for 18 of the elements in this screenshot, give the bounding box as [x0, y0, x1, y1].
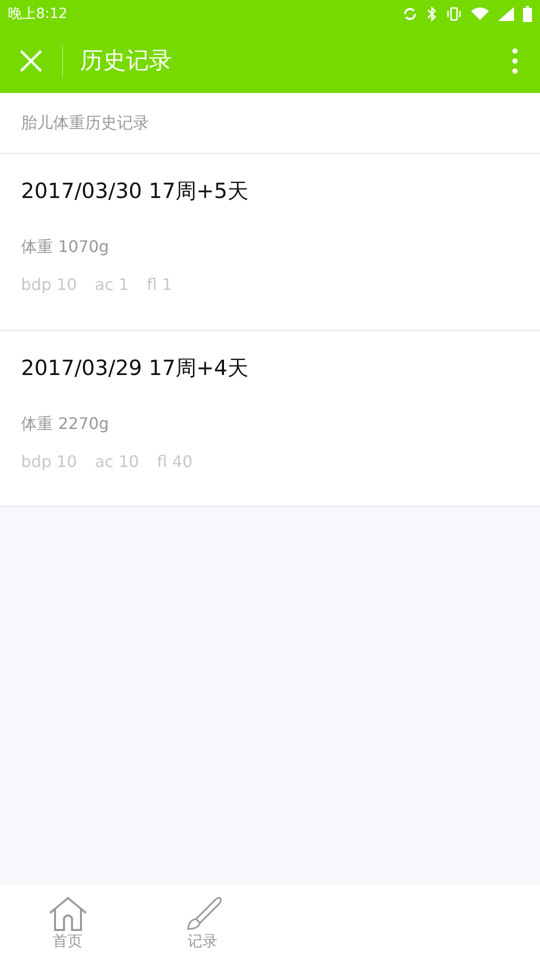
home-icon	[48, 896, 88, 932]
record-weight: 体重 2270g	[21, 414, 110, 435]
tab-item[interactable]: 记录	[135, 885, 270, 960]
page-title: 历史记录	[80, 47, 173, 76]
signal-icon	[498, 7, 514, 21]
close-icon[interactable]	[20, 50, 42, 72]
record-date: 2017/03/29 17周+4天	[21, 355, 250, 382]
record-weight: 体重 1070g	[21, 237, 110, 258]
section-title: 胎儿体重历史记录	[21, 112, 149, 134]
status-time: 晚上8:12	[8, 5, 68, 23]
vibrate-icon	[446, 6, 462, 22]
record-date: 2017/03/30 17周+5天	[21, 178, 250, 205]
sync-icon	[402, 6, 418, 22]
tab-item[interactable]: 首页	[0, 885, 135, 960]
battery-icon	[523, 6, 532, 22]
bluetooth-icon	[427, 6, 437, 22]
wifi-icon	[471, 7, 489, 21]
more-icon[interactable]	[512, 48, 518, 74]
